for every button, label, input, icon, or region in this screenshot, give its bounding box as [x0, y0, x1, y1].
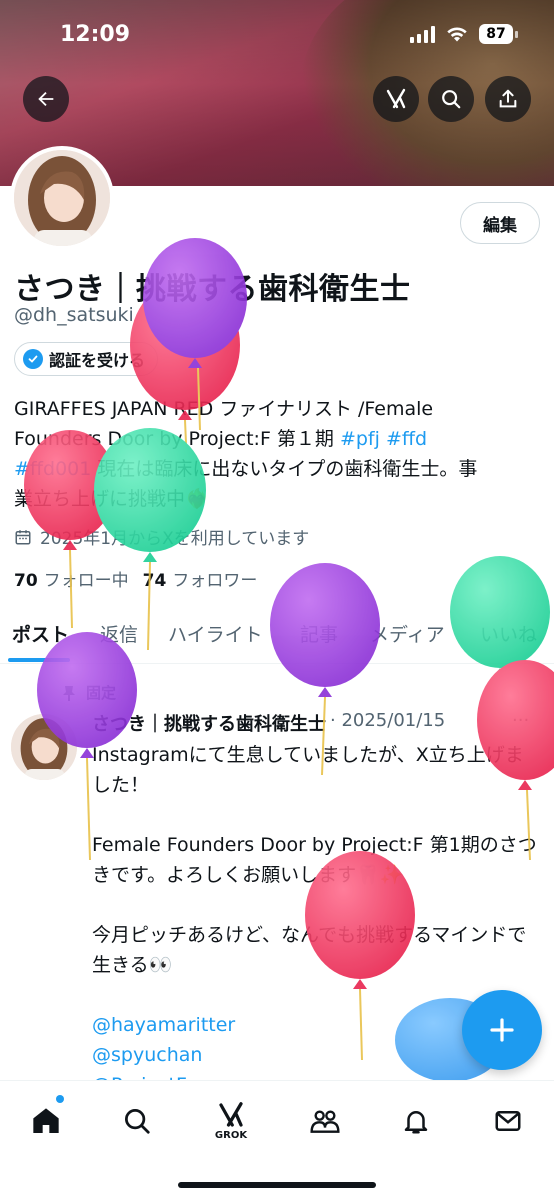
share-icon: [499, 89, 517, 108]
active-tab-indicator: [8, 658, 70, 662]
mail-icon: [495, 1111, 521, 1131]
post-header: さつき｜挑戦する歯科衛生士 · 2025/01/15: [92, 710, 445, 736]
post-paragraph: 今月ピッチあるけど、なんでも挑戦するマインドで生きる👀: [92, 924, 527, 976]
communities-icon: [310, 1110, 340, 1133]
edit-profile-button[interactable]: 編集: [460, 202, 540, 244]
nav-grok-label: GROK: [214, 1130, 248, 1141]
compose-button[interactable]: [462, 990, 542, 1070]
home-indicator: [178, 1182, 376, 1188]
tab-media[interactable]: メディア: [370, 620, 445, 647]
bio-line: 業立ち上げに挑戦中❤️‍🔥: [14, 488, 209, 510]
share-button[interactable]: [485, 76, 531, 122]
profile-bio: GIRAFFES JAPAN RED ファイナリスト /Female Found…: [14, 394, 534, 514]
nav-grok[interactable]: [211, 1095, 251, 1135]
followers-link[interactable]: 74 フォロワー: [143, 566, 258, 591]
profile-name: さつき｜挑戦する歯科衛生士: [14, 272, 411, 307]
nav-notifications[interactable]: [396, 1101, 436, 1141]
status-time: 12:09: [60, 22, 131, 47]
tab-likes[interactable]: いいね: [480, 620, 537, 647]
tab-highlights[interactable]: ハイライト: [168, 620, 263, 647]
profile-avatar[interactable]: [10, 146, 114, 250]
pinned-indicator: 固定: [62, 682, 116, 703]
post-more-button[interactable]: ···: [512, 710, 529, 731]
get-verified-label: 認証を受ける: [49, 351, 146, 370]
bio-text: 現在は臨床に出ないタイプの歯科衛生士。事: [91, 458, 478, 480]
pinned-label: 固定: [86, 684, 117, 702]
wifi-icon: [447, 27, 467, 42]
get-verified-button[interactable]: 認証を受ける: [14, 342, 159, 376]
join-date: 2025年1月からXを利用しています: [14, 524, 309, 549]
bio-line: Founders Door by Project:F 第１期 #pfj #ffd: [14, 424, 534, 454]
tab-posts[interactable]: ポスト: [12, 620, 69, 647]
following-count: 70: [14, 571, 38, 591]
followers-label: フォロワー: [172, 571, 258, 591]
tab-replies[interactable]: 返信: [100, 620, 138, 647]
bell-icon: [404, 1111, 428, 1134]
nav-messages[interactable]: [488, 1101, 528, 1141]
grok-icon: [386, 88, 406, 109]
search-button[interactable]: [428, 76, 474, 122]
tab-articles[interactable]: 記事: [300, 620, 338, 647]
pin-icon: [63, 685, 75, 701]
bio-line: GIRAFFES JAPAN RED ファイナリスト /Female: [14, 398, 434, 420]
back-button[interactable]: [23, 76, 69, 122]
calendar-icon: [15, 529, 31, 544]
avatar-photo: [14, 150, 110, 246]
grok-icon: [219, 1102, 243, 1127]
following-label: フォロー中: [43, 571, 129, 591]
notification-dot: [56, 1095, 64, 1103]
nav-communities[interactable]: [305, 1101, 345, 1141]
nav-home[interactable]: [26, 1101, 66, 1141]
grok-button[interactable]: [373, 76, 419, 122]
bio-text: Founders Door by Project:F 第１期: [14, 428, 340, 450]
following-link[interactable]: 70 フォロー中: [14, 566, 129, 591]
followers-count: 74: [142, 571, 167, 591]
bio-line: #ffd001 現在は臨床に出ないタイプの歯科衛生士。事: [14, 454, 534, 484]
post-author-avatar[interactable]: [11, 714, 77, 780]
battery-level: 87: [479, 24, 513, 44]
arrow-left-icon: [38, 91, 54, 107]
home-icon: [33, 1108, 59, 1133]
hashtag-link[interactable]: #ffd: [386, 428, 427, 450]
profile-handle: @dh_satsuki: [14, 304, 134, 326]
search-icon: [125, 1109, 150, 1134]
profile-tabs: ポスト 返信 ハイライト 記事 メディア いいね: [0, 610, 554, 664]
post-author-name[interactable]: さつき｜挑戦する歯科衛生士: [92, 710, 326, 736]
post-date[interactable]: · 2025/01/15: [330, 710, 445, 736]
hashtag-link[interactable]: #ffd001: [14, 458, 91, 480]
post-paragraph: Instagramにて生息していましたが、X立ち上げました！: [92, 744, 524, 796]
verified-badge-icon: [23, 349, 43, 369]
plus-icon: [490, 1018, 514, 1042]
status-icons: 87: [410, 24, 518, 44]
post-paragraph: Female Founders Door by Project:F 第1期のさつ…: [92, 834, 537, 886]
battery-cap: [515, 30, 518, 38]
join-date-text: 2025年1月からXを利用しています: [40, 529, 310, 549]
search-icon: [442, 90, 461, 109]
signal-icon: [410, 25, 435, 43]
avatar-photo: [11, 714, 77, 780]
nav-search[interactable]: [117, 1101, 157, 1141]
hashtag-link[interactable]: #pfj: [340, 428, 380, 450]
follow-stats: 70 フォロー中 74 フォロワー: [14, 566, 257, 591]
